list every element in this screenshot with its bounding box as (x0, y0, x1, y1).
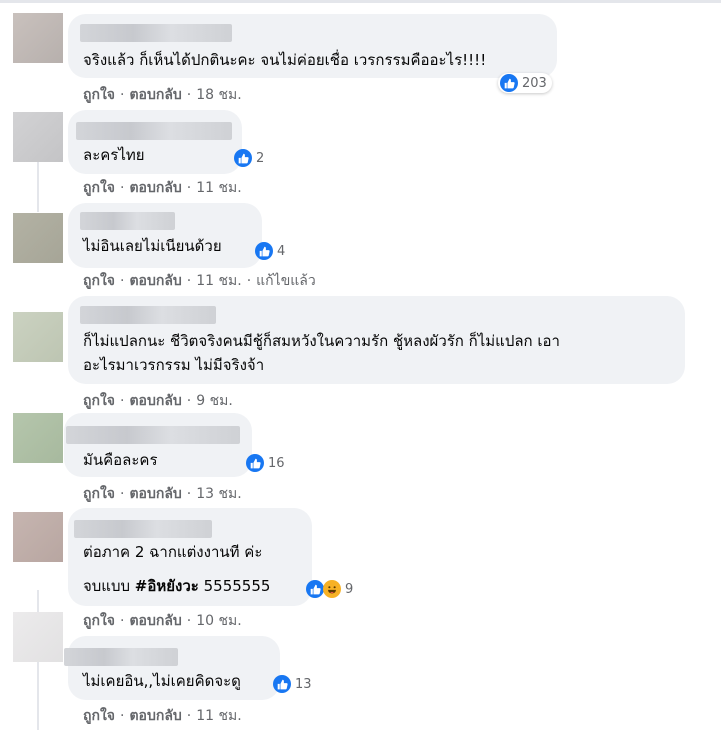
reply-link[interactable]: ตอบกลับ (129, 610, 181, 632)
reply-link[interactable]: ตอบกลับ (129, 84, 181, 106)
thumbs-up-icon (273, 675, 291, 693)
commenter-name[interactable] (64, 648, 178, 666)
comment-text: ละครไทย (83, 146, 145, 164)
comment-bubble: ต่อภาค 2 ฉากแต่งงานที ค่ะ จบแบบ #อิหยังว… (68, 508, 312, 606)
reply-link[interactable]: ตอบกลับ (129, 270, 181, 292)
comment-bubble: ก็ไม่แปลกนะ ชีวิตจริงคนมีชู้ก็สมหวังในคว… (68, 296, 685, 384)
thumbs-up-icon (255, 242, 273, 260)
hashtag-link[interactable]: #อิหยังวะ (135, 577, 199, 595)
reaction-count-badge[interactable]: 2 (234, 148, 264, 168)
timestamp[interactable]: 10 ชม. (196, 610, 241, 632)
comment-text: จริงแล้ว ก็เห็นได้ปกตินะคะ จนไม่ค่อยเชื่… (83, 51, 487, 69)
reaction-count-badge[interactable]: 9 (306, 579, 353, 599)
like-link[interactable]: ถูกใจ (83, 705, 115, 727)
separator-dot: · (120, 180, 125, 196)
separator-dot: · (186, 393, 192, 409)
thumbs-up-icon (500, 74, 518, 92)
comment-text: มันคือละคร (83, 451, 158, 469)
commenter-name[interactable] (76, 122, 232, 140)
thumbs-up-icon (234, 149, 252, 167)
avatar[interactable] (13, 312, 63, 362)
separator-dot: · (120, 708, 125, 724)
reply-link[interactable]: ตอบกลับ (129, 483, 181, 505)
like-link[interactable]: ถูกใจ (83, 390, 115, 412)
timestamp[interactable]: 11 ชม. (196, 270, 241, 292)
reply-link[interactable]: ตอบกลับ (129, 705, 181, 727)
commenter-name[interactable] (66, 426, 240, 444)
comment-text-line-2: จบแบบ #อิหยังวะ 5555555 (83, 577, 271, 595)
reply-link[interactable]: ตอบกลับ (129, 177, 181, 199)
comment-bubble: จริงแล้ว ก็เห็นได้ปกตินะคะ จนไม่ค่อยเชื่… (68, 14, 557, 78)
separator-dot: · (186, 87, 192, 103)
timestamp[interactable]: 13 ชม. (196, 483, 241, 505)
comment-actions: ถูกใจ · ตอบกลับ · 9 ชม. (83, 390, 233, 412)
comment-text: ไม่เคยอิน,,ไม่เคยคิดจะดู (83, 672, 241, 690)
commenter-name[interactable] (80, 306, 216, 324)
commenter-name[interactable] (80, 24, 232, 42)
commenter-name[interactable] (74, 520, 212, 538)
avatar[interactable] (13, 413, 63, 463)
comment-bubble: ไม่เคยอิน,,ไม่เคยคิดจะดู (64, 636, 280, 700)
top-divider (0, 0, 721, 3)
reaction-count-badge[interactable]: 203 (498, 73, 552, 93)
comment-actions: ถูกใจ · ตอบกลับ · 10 ชม. (83, 610, 242, 632)
avatar[interactable] (13, 213, 63, 263)
reaction-count-badge[interactable]: 16 (246, 453, 285, 473)
separator-dot: · (120, 273, 125, 289)
thumbs-up-icon (306, 580, 324, 598)
timestamp[interactable]: 9 ชม. (196, 390, 233, 412)
separator-dot: · (186, 486, 192, 502)
reply-link[interactable]: ตอบกลับ (129, 390, 181, 412)
reaction-count: 9 (345, 581, 354, 597)
like-link[interactable]: ถูกใจ (83, 270, 115, 292)
separator-dot: · (120, 486, 125, 502)
separator-dot: · (186, 180, 192, 196)
thumbs-up-icon (246, 454, 264, 472)
avatar[interactable] (13, 512, 63, 562)
comment-bubble: มันคือละคร (64, 413, 252, 477)
reaction-count: 16 (268, 455, 285, 471)
thread-line (37, 160, 39, 212)
avatar[interactable] (13, 112, 63, 162)
timestamp[interactable]: 11 ชม. (196, 705, 241, 727)
reaction-count: 203 (522, 75, 547, 91)
timestamp[interactable]: 11 ชม. (196, 177, 241, 199)
like-link[interactable]: ถูกใจ (83, 483, 115, 505)
separator-dot: · (120, 393, 125, 409)
comment-text-line-1: ต่อภาค 2 ฉากแต่งงานที ค่ะ (83, 543, 263, 561)
like-link[interactable]: ถูกใจ (83, 610, 115, 632)
separator-dot: · (120, 87, 125, 103)
comment-actions: ถูกใจ · ตอบกลับ · 13 ชม. (83, 483, 242, 505)
comment-actions: ถูกใจ · ตอบกลับ · 11 ชม. (83, 177, 242, 199)
comment-text-line-2: อะไรมาเวรกรรม ไม่มีจริงจ้า (83, 356, 265, 374)
reaction-count: 2 (256, 150, 265, 166)
comment-text-line-1: ก็ไม่แปลกนะ ชีวิตจริงคนมีชู้ก็สมหวังในคว… (83, 332, 560, 350)
commenter-name[interactable] (80, 212, 175, 230)
separator-dot: · (186, 273, 192, 289)
like-link[interactable]: ถูกใจ (83, 177, 115, 199)
reaction-count: 13 (295, 676, 312, 692)
separator-dot: · (186, 708, 192, 724)
comment-text: ไม่อินเลยไม่เนียนด้วย (83, 237, 222, 255)
reaction-count-badge[interactable]: 4 (255, 241, 285, 261)
laughing-face-icon (323, 580, 341, 598)
reaction-count-badge[interactable]: 13 (273, 674, 312, 694)
reaction-count: 4 (277, 243, 286, 259)
edited-label[interactable]: แก้ไขแล้ว (256, 270, 316, 292)
separator-dot: · (120, 613, 125, 629)
comment-bubble: ไม่อินเลยไม่เนียนด้วย (68, 203, 262, 268)
comment-actions: ถูกใจ · ตอบกลับ · 11 ชม. (83, 705, 242, 727)
avatar[interactable] (13, 13, 63, 63)
comment-bubble: ละครไทย (68, 110, 242, 174)
separator-dot: · (186, 613, 192, 629)
comment-actions: ถูกใจ · ตอบกลับ · 18 ชม. (83, 84, 242, 106)
like-link[interactable]: ถูกใจ (83, 84, 115, 106)
avatar[interactable] (13, 612, 63, 662)
separator-dot: · (246, 273, 252, 289)
comment-actions: ถูกใจ · ตอบกลับ · 11 ชม. · แก้ไขแล้ว (83, 270, 316, 292)
timestamp[interactable]: 18 ชม. (196, 84, 241, 106)
